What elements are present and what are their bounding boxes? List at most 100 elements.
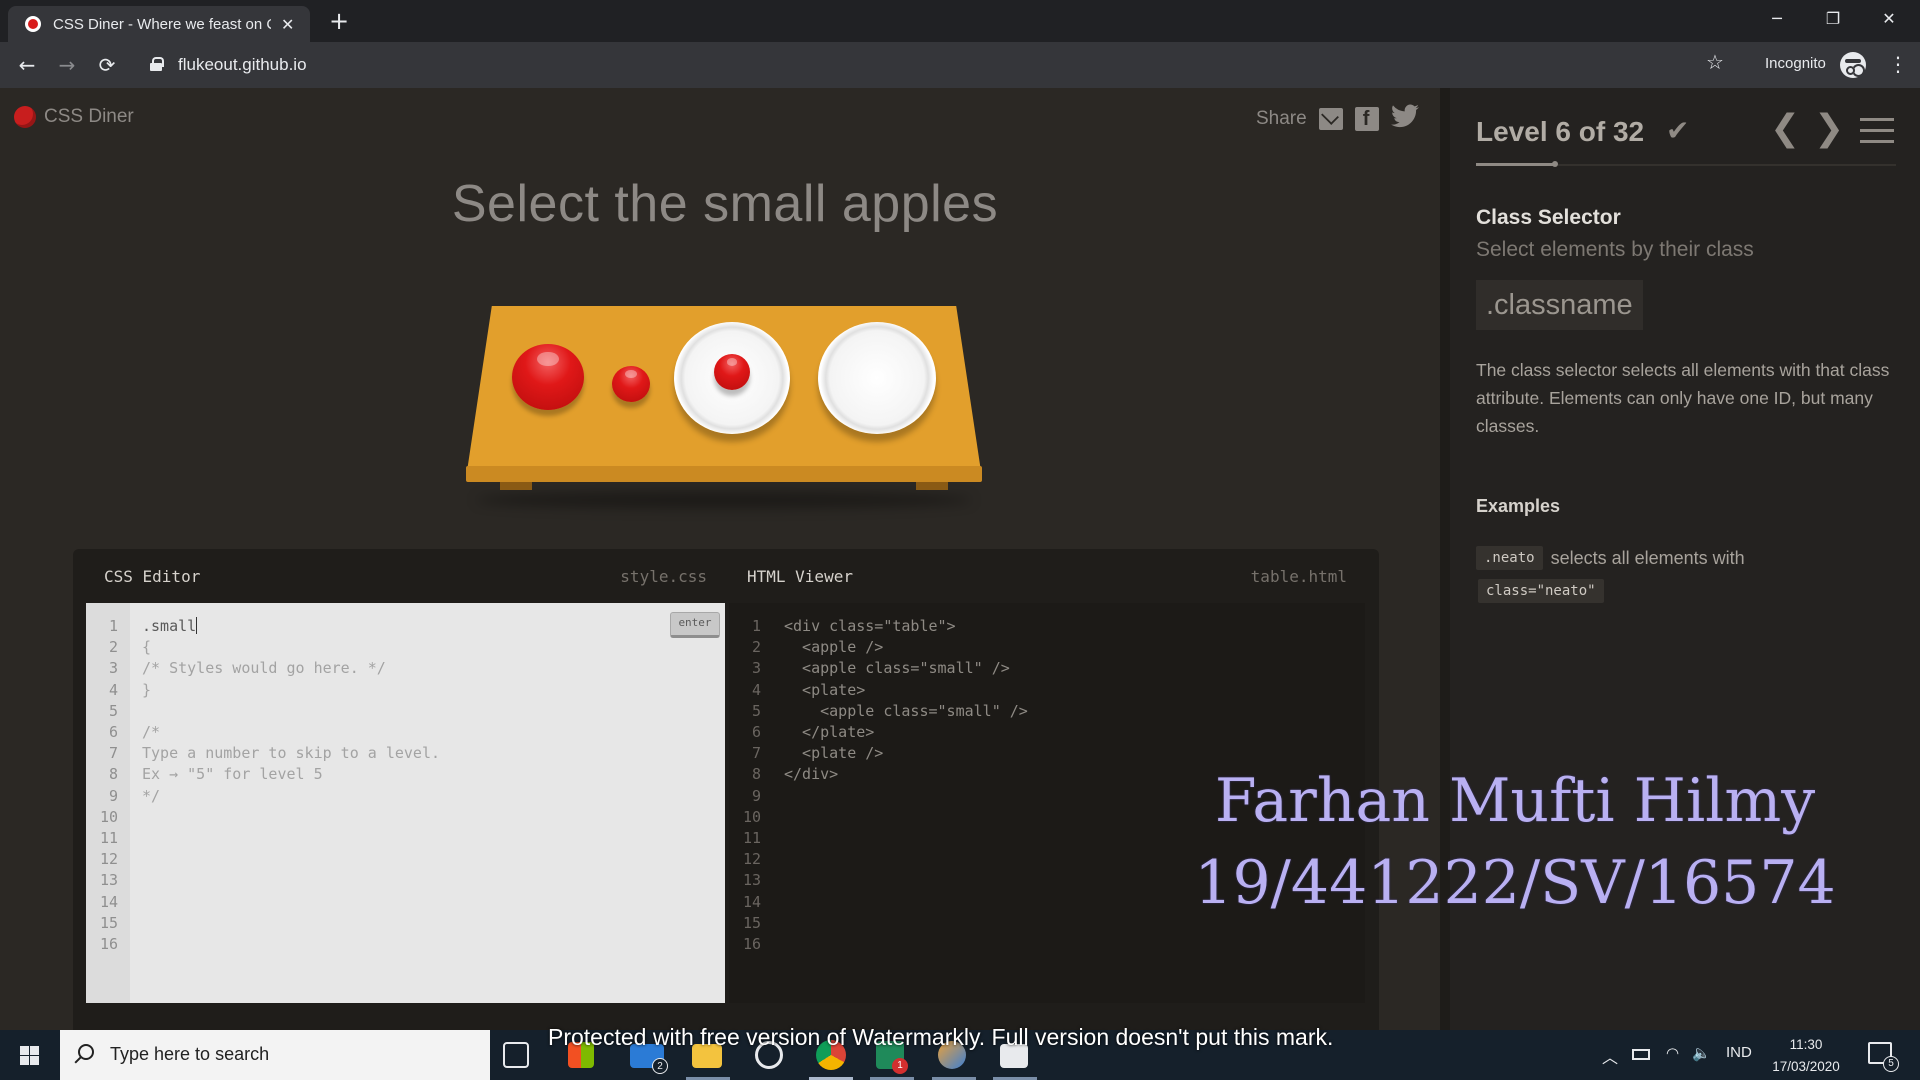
share-label: Share	[1256, 108, 1307, 129]
network-icon[interactable]: ◠	[1666, 1044, 1679, 1062]
plate-with-apple[interactable]	[674, 322, 790, 434]
browser-tab[interactable]: CSS Diner - Where we feast on C ✕	[8, 6, 310, 42]
html-code-line: <plate>	[784, 680, 866, 699]
tab-close-icon[interactable]: ✕	[281, 15, 294, 34]
html-code-line: <div class="table">	[784, 617, 956, 635]
task-view-icon[interactable]	[503, 1042, 529, 1068]
mail-badge: 2	[652, 1058, 668, 1074]
css-line-number: 12	[99, 850, 118, 869]
tray-overflow-icon[interactable]: ︿	[1602, 1044, 1618, 1068]
taskbar-clock[interactable]: 11:30 17/03/2020	[1766, 1034, 1846, 1078]
language-indicator[interactable]: IND	[1726, 1044, 1752, 1061]
address-bar[interactable]: flukeout.github.io	[136, 48, 1766, 82]
previous-level-button[interactable]: ❮	[1770, 108, 1800, 149]
css-selector-input[interactable]: .small	[142, 617, 198, 635]
start-button[interactable]	[0, 1030, 58, 1080]
lock-icon[interactable]	[150, 57, 164, 71]
level-menu-icon[interactable]	[1860, 118, 1894, 144]
diner-table	[466, 306, 986, 526]
css-line-number: 1	[108, 617, 118, 635]
css-line-number: 6	[108, 723, 118, 741]
html-line-number: 12	[742, 850, 761, 869]
logo-dot-icon	[14, 106, 36, 128]
enter-button[interactable]: enter	[670, 612, 720, 638]
selector-syntax: .classname	[1476, 280, 1643, 330]
selector-hint: The class selector selects all elements …	[1476, 360, 1890, 436]
example-item: .neato selects all elements with	[1476, 546, 1745, 570]
css-line-number: 4	[108, 680, 118, 699]
html-line-number: 4	[751, 680, 761, 699]
reload-button[interactable]: ⟳	[92, 50, 122, 80]
facebook-share-icon[interactable]	[1354, 107, 1379, 131]
app-badge: 1	[892, 1058, 908, 1074]
html-code-line: <apple class="small" />	[784, 701, 1028, 720]
site-logo[interactable]: CSS Diner	[14, 106, 134, 128]
css-line-number: 11	[99, 829, 118, 847]
css-line-number: 16	[99, 935, 118, 953]
volume-icon[interactable]: 🔈	[1692, 1044, 1711, 1062]
incognito-icon[interactable]	[1840, 52, 1866, 78]
table-shadow	[476, 492, 972, 508]
example-text: selects all elements with	[1550, 547, 1745, 568]
next-level-button[interactable]: ❯	[1814, 108, 1844, 149]
css-code-line: {	[142, 638, 152, 657]
new-tab-button[interactable]: +	[324, 6, 354, 36]
browser-titlebar: CSS Diner - Where we feast on C ✕ + ─ ❐ …	[0, 0, 1920, 42]
small-apple[interactable]	[612, 366, 650, 402]
html-code-line: <apple />	[784, 638, 884, 657]
empty-plate[interactable]	[818, 322, 936, 434]
html-line-number: 16	[742, 935, 761, 953]
search-placeholder[interactable]: Type here to search	[110, 1044, 269, 1065]
html-line-number: 11	[742, 829, 761, 847]
html-code-line: <plate />	[784, 744, 884, 763]
tab-title: CSS Diner - Where we feast on C	[53, 15, 271, 33]
html-code-line: </div>	[784, 765, 839, 784]
level-instruction: Select the small apples	[451, 175, 999, 233]
window-close-button[interactable]: ✕	[1866, 0, 1912, 40]
large-apple[interactable]	[512, 344, 584, 410]
window-minimize-button[interactable]: ─	[1754, 0, 1800, 40]
css-code-line: Ex → "5" for level 5	[142, 765, 323, 784]
forward-button[interactable]: →	[52, 50, 82, 80]
css-code-line: }	[142, 680, 152, 699]
logo-text: CSS Diner	[44, 106, 134, 127]
level-indicator: Level 6 of 32	[1476, 116, 1645, 147]
html-line-number: 14	[742, 892, 761, 911]
url-text[interactable]: flukeout.github.io	[178, 55, 307, 75]
clock-time: 11:30	[1789, 1037, 1823, 1052]
css-code-line: */	[142, 786, 161, 805]
battery-icon[interactable]	[1632, 1049, 1650, 1060]
example-item-continued: class="neato"	[1478, 579, 1604, 603]
browser-menu-icon[interactable]: ⋮	[1888, 52, 1908, 76]
small-apple-on-plate[interactable]	[714, 354, 750, 390]
window-restore-button[interactable]: ❐	[1810, 0, 1856, 40]
clock-date: 17/03/2020	[1772, 1059, 1840, 1074]
html-line-number: 3	[751, 659, 761, 678]
taskbar-search[interactable]: Type here to search	[60, 1030, 490, 1080]
css-line-number: 8	[108, 765, 118, 784]
level-progress-knob	[1552, 161, 1558, 167]
css-line-number: 14	[99, 892, 118, 911]
css-line-number: 5	[108, 701, 118, 720]
bookmark-star-icon[interactable]: ☆	[1706, 50, 1724, 74]
notification-count: 5	[1883, 1056, 1899, 1072]
html-code-line: </plate>	[784, 723, 875, 741]
html-line-number: 15	[742, 913, 761, 932]
html-line-number: 9	[751, 786, 761, 805]
level-progress-fill	[1476, 163, 1555, 166]
back-button[interactable]: ←	[12, 50, 42, 80]
share-bar: Share	[1256, 104, 1419, 134]
html-line-number: 1	[751, 617, 761, 635]
email-share-icon[interactable]	[1318, 108, 1343, 130]
html-line-number: 7	[751, 744, 761, 763]
css-editor-header: CSS Editor style.css	[86, 549, 725, 603]
css-line-number: 9	[108, 786, 118, 805]
css-editor[interactable]: 1 2 3 4 5 6 7 8 9 10 11 12 13 14 15 16 .small {/* Style…	[86, 603, 725, 1003]
examples-title: Examples	[1476, 496, 1561, 516]
css-line-number: 2	[108, 638, 118, 657]
example-code-2: class="neato"	[1478, 579, 1604, 603]
css-editor-title: CSS Editor	[104, 566, 201, 586]
twitter-share-icon[interactable]	[1390, 104, 1419, 134]
selector-title: Select elements by their class	[1476, 238, 1754, 261]
html-code-line: <apple class="small" />	[784, 659, 1010, 678]
